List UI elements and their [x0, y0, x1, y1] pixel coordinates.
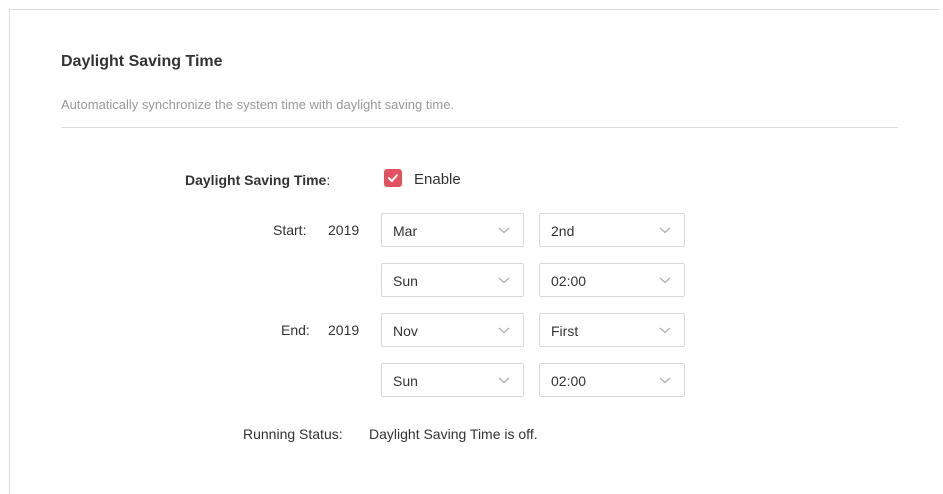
end-day-value: Sun [393, 373, 418, 389]
end-week-value: First [551, 323, 579, 339]
chevron-down-icon [498, 227, 510, 234]
running-status-value: Daylight Saving Time is off. [369, 426, 538, 442]
end-time-value: 02:00 [551, 373, 587, 389]
end-label: End: [281, 322, 310, 338]
dst-enable-label[interactable]: Enable [414, 171, 461, 188]
start-month-select[interactable]: Mar [381, 213, 524, 247]
end-month-value: Nov [393, 323, 418, 339]
start-year: 2019 [328, 222, 360, 238]
start-day-value: Sun [393, 273, 418, 289]
chevron-down-icon [659, 327, 671, 334]
chevron-down-icon [659, 377, 671, 384]
chevron-down-icon [498, 277, 510, 284]
end-month-select[interactable]: Nov [381, 313, 524, 347]
end-year: 2019 [328, 322, 360, 338]
divider [61, 127, 898, 128]
start-time-value: 02:00 [551, 273, 587, 289]
dst-enable-checkbox[interactable] [384, 169, 402, 187]
chevron-down-icon [659, 277, 671, 284]
settings-panel [9, 9, 939, 494]
start-label: Start: [273, 222, 307, 238]
running-status-label: Running Status: [243, 426, 343, 442]
start-month-value: Mar [393, 223, 418, 239]
chevron-down-icon [659, 227, 671, 234]
start-day-select[interactable]: Sun [381, 263, 524, 297]
start-time-select[interactable]: 02:00 [539, 263, 685, 297]
start-week-value: 2nd [551, 223, 575, 239]
end-time-select[interactable]: 02:00 [539, 363, 685, 397]
section-title: Daylight Saving Time [61, 53, 223, 70]
dst-label-text: Daylight Saving Time [185, 172, 327, 188]
start-week-select[interactable]: 2nd [539, 213, 685, 247]
end-week-select[interactable]: First [539, 313, 685, 347]
dst-label: Daylight Saving Time: [185, 172, 330, 188]
section-description: Automatically synchronize the system tim… [61, 97, 455, 112]
dst-label-colon: : [326, 172, 331, 188]
chevron-down-icon [498, 327, 510, 334]
chevron-down-icon [498, 377, 510, 384]
end-day-select[interactable]: Sun [381, 363, 524, 397]
check-icon [388, 174, 398, 182]
